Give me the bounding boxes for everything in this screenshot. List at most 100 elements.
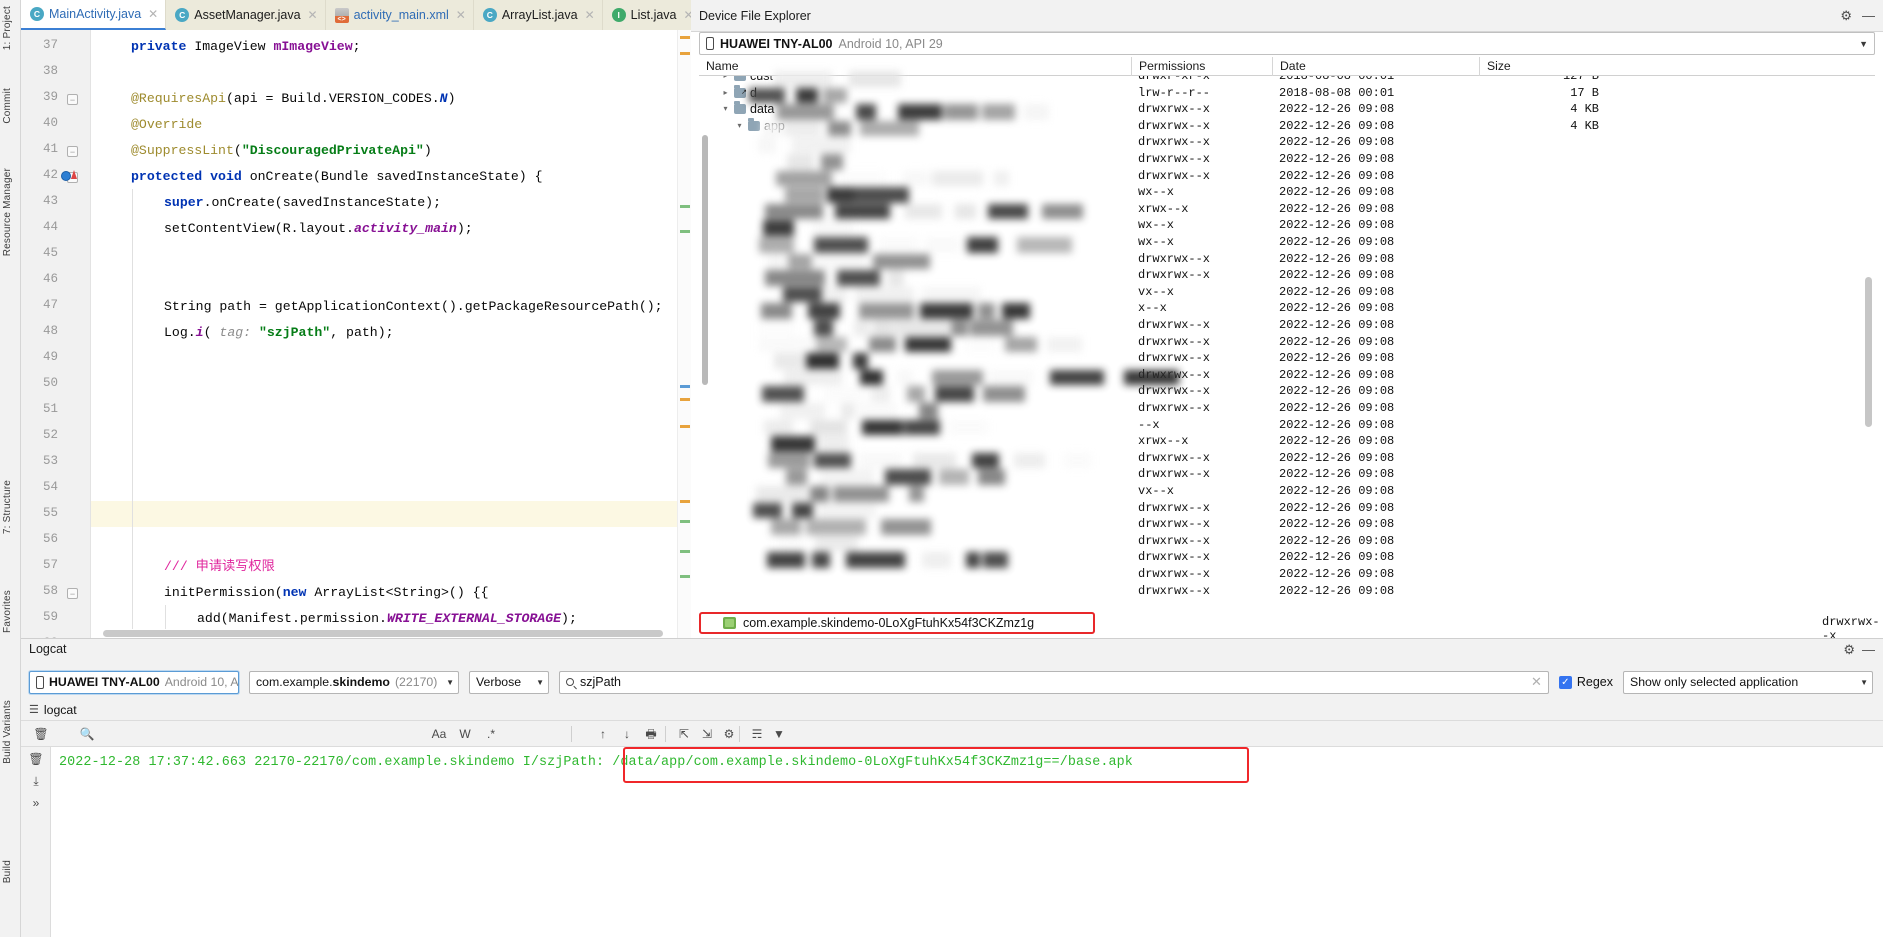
- table-row[interactable]: xrwx--x 2022-12-26 09:08: [699, 433, 1875, 450]
- logcat-level-selector[interactable]: Verbose ▼: [469, 670, 549, 694]
- close-icon[interactable]: ✕: [1531, 674, 1542, 690]
- code-editor[interactable]: 37 38 39−40 41−42−43 44 45 46 47 48 49 50 51 52 53 54 5…: [21, 30, 691, 638]
- chevron-down-icon[interactable]: ▼: [536, 678, 544, 687]
- code-line[interactable]: protected void onCreate(Bundle savedInst…: [131, 164, 543, 190]
- file-row-list[interactable]: ▸ cust drwxr-xr-x 2018-08-08 00:01 127 B ▸ ↗d l…: [699, 76, 1875, 632]
- code-line[interactable]: super.onCreate(savedInstanceState);: [164, 190, 441, 216]
- column-header-date[interactable]: Date: [1272, 57, 1479, 76]
- scroll-to-end-icon[interactable]: ⤓: [28, 773, 44, 789]
- table-row[interactable]: drwxrwx--x 2022-12-26 09:08: [699, 334, 1875, 351]
- file-name-cell[interactable]: ▾ data: [721, 101, 774, 118]
- table-row[interactable]: drwxrwx--x 2022-12-26 09:08: [699, 583, 1875, 600]
- table-row[interactable]: drwxrwx--x 2022-12-26 09:08: [699, 466, 1875, 483]
- filter-icon[interactable]: ▼: [771, 726, 787, 742]
- code-line[interactable]: /// 申请读写权限: [164, 554, 275, 580]
- close-icon[interactable]: ✕: [148, 7, 158, 21]
- table-row[interactable]: vx--x 2022-12-26 09:08: [699, 483, 1875, 500]
- chevron-down-icon[interactable]: ▼: [446, 678, 454, 687]
- case-sensitive-icon[interactable]: Aa: [431, 726, 447, 742]
- gear-icon[interactable]: ⚙: [1843, 642, 1855, 658]
- table-row[interactable]: wx--x 2022-12-26 09:08: [699, 234, 1875, 251]
- table-row[interactable]: drwxrwx--x 2022-12-26 09:08: [699, 450, 1875, 467]
- breakpoint-marker[interactable]: [61, 171, 71, 181]
- selected-file-row[interactable]: com.example.skindemo-0LoXgFtuhKx54f3CKZm…: [699, 612, 1095, 634]
- scrollbar-thumb[interactable]: [702, 135, 708, 385]
- code-line[interactable]: Log.i( tag: "szjPath", path);: [164, 320, 394, 346]
- tab-activity-main-xml[interactable]: activity_main.xml ✕: [325, 0, 474, 30]
- print-icon[interactable]: 🖶: [643, 726, 659, 742]
- search-icon[interactable]: 🔍: [79, 726, 95, 742]
- whole-words-icon[interactable]: W: [457, 726, 473, 742]
- column-header-permissions[interactable]: Permissions: [1131, 57, 1272, 76]
- table-row[interactable]: wx--x 2022-12-26 09:08: [699, 217, 1875, 234]
- chevron-down-icon[interactable]: ▾: [735, 118, 744, 135]
- scroll-down-icon[interactable]: ↓: [619, 726, 635, 742]
- rail-item-structure[interactable]: 7: Structure: [2, 480, 13, 534]
- close-icon[interactable]: ✕: [308, 8, 318, 22]
- tab-list-java[interactable]: I List.java ✕: [602, 0, 702, 30]
- editor-horizontal-scrollbar[interactable]: [91, 629, 677, 638]
- chevron-right-icon[interactable]: ▸: [721, 76, 730, 85]
- tab-mainactivity-java[interactable]: C MainActivity.java ✕: [21, 0, 167, 30]
- table-row[interactable]: wx--x 2022-12-26 09:08: [699, 184, 1875, 201]
- logcat-process-selector[interactable]: com.example.skindemo (22170) ▼: [249, 670, 459, 694]
- rail-item-resource-manager[interactable]: Resource Manager: [2, 168, 13, 256]
- table-row[interactable]: ▸ ↗ d lrw-r--r-- 2018-08-08 00:01 17 B: [699, 84, 1875, 102]
- chevron-down-icon[interactable]: ▾: [721, 101, 730, 118]
- settings-icon[interactable]: ⚙: [721, 726, 737, 742]
- scroll-up-icon[interactable]: ↑: [595, 726, 611, 742]
- minimize-icon[interactable]: —: [1862, 642, 1875, 657]
- close-icon[interactable]: ✕: [585, 8, 595, 22]
- tree-scrollbar[interactable]: [702, 135, 708, 675]
- rail-item-commit[interactable]: Commit: [2, 88, 13, 124]
- column-header-size[interactable]: Size: [1479, 57, 1875, 76]
- code-fold-toggle[interactable]: −: [67, 146, 78, 157]
- regex-checkbox[interactable]: ✓ Regex: [1558, 675, 1613, 689]
- expand-all-icon[interactable]: ⇱: [676, 726, 692, 742]
- clear-all-icon[interactable]: 🗑: [28, 751, 44, 767]
- table-row[interactable]: ▸ cust drwxr-xr-x 2018-08-08 00:01 127 B: [699, 76, 1875, 85]
- file-table-scrollbar[interactable]: [1865, 137, 1872, 677]
- logcat-output[interactable]: 2022-12-28 17:37:42.663 22170-22170/com.…: [51, 747, 1883, 937]
- table-row[interactable]: drwxrwx--x 2022-12-26 09:08: [699, 267, 1875, 284]
- column-header-name[interactable]: Name: [699, 57, 1131, 76]
- editor-gutter[interactable]: 37 38 39−40 41−42−43 44 45 46 47 48 49 50 51 52 53 54 5…: [21, 30, 91, 638]
- code-line[interactable]: private ImageView mImageView;: [131, 34, 361, 60]
- chevron-down-icon[interactable]: ▼: [1859, 39, 1868, 49]
- logcat-search-input[interactable]: szjPath ✕: [559, 670, 1549, 694]
- file-table[interactable]: Name Permissions Date Size ▸ cust drwxr-xr…: [699, 57, 1875, 632]
- table-row[interactable]: drwxrwx--x 2022-12-26 09:08: [699, 134, 1875, 151]
- close-icon[interactable]: ✕: [456, 8, 466, 22]
- code-line[interactable]: initPermission(new ArrayList<String>() {…: [164, 580, 489, 606]
- logcat-filter-selector[interactable]: Show only selected application ▼: [1623, 670, 1873, 694]
- code-text[interactable]: private ImageView mImageView; @RequiresAp…: [91, 30, 691, 638]
- table-row[interactable]: xrwx--x 2022-12-26 09:08: [699, 201, 1875, 218]
- code-line[interactable]: String path = getApplicationContext().ge…: [164, 294, 663, 320]
- gear-icon[interactable]: ⚙: [1840, 8, 1852, 24]
- table-row[interactable]: ▾ data drwxrwx--x 2022-12-26 09:08 4 KB: [699, 101, 1875, 118]
- chevron-right-icon[interactable]: ▸: [721, 85, 730, 102]
- expand-icon[interactable]: »: [28, 795, 44, 811]
- rail-item-project[interactable]: 1: Project: [2, 6, 13, 50]
- logcat-tab-label[interactable]: logcat: [44, 703, 77, 717]
- tab-assetmanager-java[interactable]: C AssetManager.java ✕: [166, 0, 326, 30]
- table-row[interactable]: drwxrwx--x 2022-12-26 09:08: [699, 168, 1875, 185]
- code-line[interactable]: setContentView(R.layout.activity_main);: [164, 216, 473, 242]
- rail-item-build-variants[interactable]: Build Variants: [2, 700, 13, 764]
- table-row[interactable]: drwxrwx--x 2022-12-26 09:08: [699, 367, 1875, 384]
- code-line[interactable]: @RequiresApi(api = Build.VERSION_CODES.N…: [131, 86, 456, 112]
- trash-icon[interactable]: 🗑: [33, 726, 49, 742]
- device-selector-combo[interactable]: HUAWEI TNY-AL00 Android 10, API 29 ▼: [699, 32, 1875, 55]
- table-row[interactable]: drwxrwx--x 2022-12-26 09:08: [699, 549, 1875, 566]
- table-row[interactable]: ▾ app drwxrwx--x 2022-12-26 09:08 4 KB: [699, 118, 1875, 135]
- table-row[interactable]: drwxrwx--x 2022-12-26 09:08: [699, 317, 1875, 334]
- run-to-cursor-icon[interactable]: [71, 170, 77, 179]
- scrollbar-thumb[interactable]: [103, 630, 663, 637]
- rail-item-build[interactable]: Build: [2, 860, 13, 883]
- chevron-down-icon[interactable]: ▼: [1860, 678, 1868, 687]
- table-row[interactable]: drwxrwx--x 2022-12-26 09:08: [699, 500, 1875, 517]
- table-row[interactable]: drwxrwx--x 2022-12-26 09:08: [699, 516, 1875, 533]
- scrollbar-thumb[interactable]: [1865, 277, 1872, 427]
- table-row[interactable]: --x 2022-12-26 09:08: [699, 417, 1875, 434]
- table-row[interactable]: drwxrwx--x 2022-12-26 09:08: [699, 151, 1875, 168]
